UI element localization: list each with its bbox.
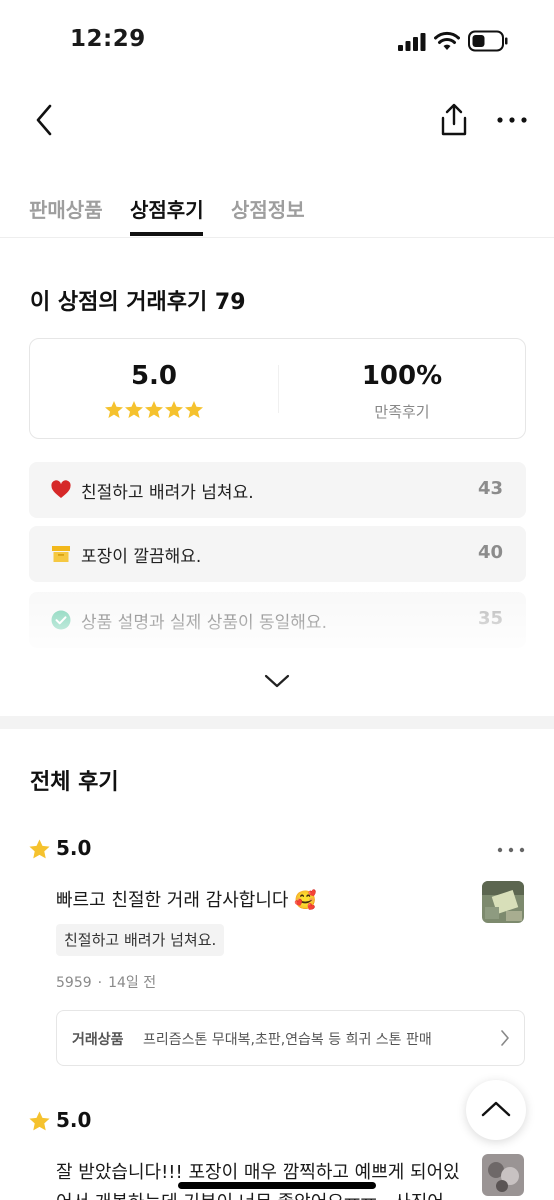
chevron-down-icon[interactable] (262, 670, 292, 692)
star-icon (29, 1111, 50, 1131)
cellular-signal-icon (398, 33, 426, 51)
product-label: 거래상품 (72, 1032, 124, 1048)
more-options-icon[interactable] (494, 104, 530, 136)
heart-icon (51, 480, 71, 498)
all-reviews-title: 전체 후기 (30, 770, 119, 795)
star-icon (29, 839, 50, 859)
keyword-text: 친절하고 배려가 넘쳐요. (81, 483, 254, 503)
tab-products[interactable]: 판매상품 (29, 194, 103, 223)
nav-bar (0, 90, 554, 150)
review-score: 5.0 (56, 1108, 92, 1132)
star-icon (165, 401, 183, 418)
section-divider (0, 716, 554, 729)
average-score: 5.0 (130, 361, 178, 391)
keyword-count: 35 (477, 608, 503, 629)
keyword-row: 상품 설명과 실제 상품이 동일해요. 35 (29, 592, 526, 648)
keyword-row: 친절하고 배려가 넘쳐요. 43 (29, 462, 526, 518)
store-tabs: 판매상품 상점후기 상점정보 (0, 186, 554, 238)
star-icon (105, 401, 123, 418)
review-time: 14일 전 (108, 975, 157, 991)
share-icon[interactable] (436, 102, 472, 138)
review-score: 5.0 (56, 836, 92, 860)
review-photo-thumbnail[interactable] (482, 1154, 524, 1196)
review-keyword-tag: 친절하고 배려가 넘쳐요. (56, 924, 225, 956)
review-text: 잘 받았습니다!!! 포장이 매우 깜찍하고 예쁘게 되어있 (56, 1162, 460, 1183)
star-rating-icon (105, 401, 203, 418)
rating-summary-card: 5.0 100% 만족후기 (29, 338, 526, 439)
traded-product-link[interactable]: 거래상품 프리즘스톤 무대복,초판,연습복 등 희귀 스톤 판매 (56, 1010, 525, 1066)
check-circle-icon (51, 610, 71, 630)
chevron-right-icon (501, 1030, 509, 1046)
back-arrow-icon[interactable] (28, 100, 60, 140)
scroll-to-top-button[interactable] (466, 1080, 526, 1140)
review-meta: 5959 · 14일 전 (56, 975, 157, 991)
active-tab-indicator (130, 232, 203, 236)
star-icon (125, 401, 143, 418)
box-icon (52, 546, 70, 562)
product-name: 프리즘스톤 무대복,초판,연습복 등 희귀 스톤 판매 (143, 1032, 432, 1048)
satisfaction-label: 만족후기 (374, 403, 430, 421)
review-summary-title: 이 상점의 거래후기 79 (30, 290, 246, 315)
keyword-text: 포장이 깔끔해요. (81, 547, 202, 567)
star-icon (145, 401, 163, 418)
review-more-icon[interactable] (496, 846, 526, 854)
battery-icon (468, 30, 508, 52)
keyword-row: 포장이 깔끔해요. 40 (29, 526, 526, 582)
satisfaction-percent: 100% (361, 361, 443, 391)
review-author[interactable]: 5959 (56, 975, 92, 991)
review-photo-thumbnail[interactable] (482, 881, 524, 923)
review-text: 어서 개봉하는데 기분이 너무 좋았어요ㅠㅠ.. 사진어 (56, 1188, 444, 1200)
keyword-count: 40 (477, 542, 503, 563)
wifi-icon (434, 31, 460, 50)
status-bar: 12:29 (0, 0, 554, 84)
tab-store-info[interactable]: 상점정보 (231, 194, 305, 223)
star-icon (185, 401, 203, 418)
home-indicator (178, 1182, 376, 1189)
tab-reviews[interactable]: 상점후기 (130, 194, 204, 223)
status-time: 12:29 (70, 26, 146, 52)
review-text: 빠르고 친절한 거래 감사합니다 🥰 (56, 890, 317, 911)
keyword-count: 43 (477, 478, 503, 499)
keyword-text: 상품 설명과 실제 상품이 동일해요. (81, 613, 327, 633)
chevron-up-icon (481, 1101, 511, 1117)
